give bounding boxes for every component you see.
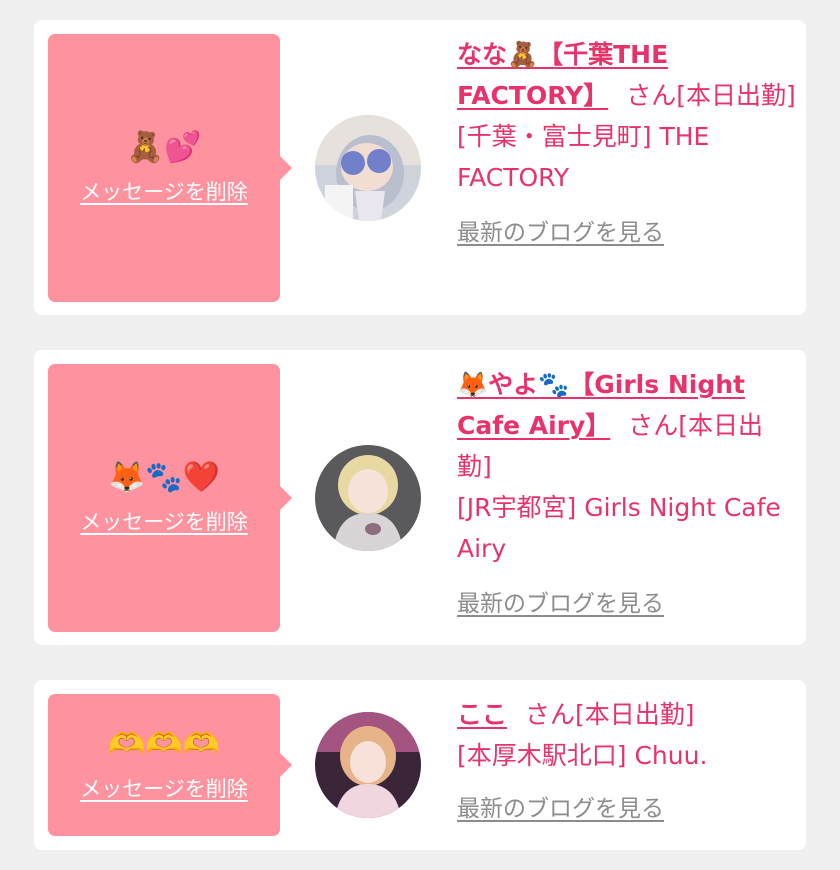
avatar-image bbox=[315, 445, 421, 551]
latest-blog-link[interactable]: 最新のブログを見る bbox=[457, 218, 664, 248]
message-emoji: 🧸💕 bbox=[126, 130, 202, 165]
latest-blog-link[interactable]: 最新のブログを見る bbox=[457, 589, 664, 619]
avatar[interactable] bbox=[315, 115, 421, 221]
shop-name: [JR宇都宮] Girls Night Cafe Airy bbox=[457, 493, 781, 563]
message-card: 🦊🐾❤️ メッセージを削除 🦊やよ🐾【Girls Night Cafe Airy… bbox=[34, 350, 806, 645]
avatar[interactable] bbox=[315, 712, 421, 818]
message-card: 🫶🫶🫶 メッセージを削除 ここ さん[本日出勤] [本厚木駅北口] Chuu. 最… bbox=[34, 680, 806, 850]
avatar-image bbox=[315, 712, 421, 818]
shop-name: [千葉・富士見町] THE FACTORY bbox=[457, 122, 710, 192]
message-info: なな🧸【千葉THE FACTORY】 さん[本日出勤] [千葉・富士見町] THE… bbox=[457, 34, 797, 252]
message-bubble: 🦊🐾❤️ メッセージを削除 bbox=[48, 364, 292, 632]
avatar-image bbox=[315, 115, 421, 221]
cast-status: さん[本日出勤] bbox=[525, 700, 695, 729]
shop-name: [本厚木駅北口] Chuu. bbox=[457, 741, 708, 770]
delete-message-link[interactable]: メッセージを削除 bbox=[80, 506, 248, 536]
message-emoji: 🦊🐾❤️ bbox=[107, 460, 221, 495]
message-bubble: 🧸💕 メッセージを削除 bbox=[48, 34, 292, 302]
delete-message-link[interactable]: メッセージを削除 bbox=[80, 773, 248, 803]
message-emoji: 🫶🫶🫶 bbox=[107, 727, 221, 762]
message-bubble: 🫶🫶🫶 メッセージを削除 bbox=[48, 694, 292, 836]
message-info: 🦊やよ🐾【Girls Night Cafe Airy】 さん[本日出勤] [JR宇… bbox=[457, 364, 797, 623]
delete-message-link[interactable]: メッセージを削除 bbox=[80, 176, 248, 206]
cast-status: さん[本日出勤] bbox=[626, 81, 796, 110]
message-card: 🧸💕 メッセージを削除 なな🧸【千葉THE FACTORY】 さん[本日出勤] [… bbox=[34, 20, 806, 315]
latest-blog-link[interactable]: 最新のブログを見る bbox=[457, 794, 664, 824]
cast-name-link[interactable]: ここ bbox=[457, 700, 507, 729]
message-info: ここ さん[本日出勤] [本厚木駅北口] Chuu. 最新のブログを見る bbox=[457, 694, 797, 828]
avatar[interactable] bbox=[315, 445, 421, 551]
